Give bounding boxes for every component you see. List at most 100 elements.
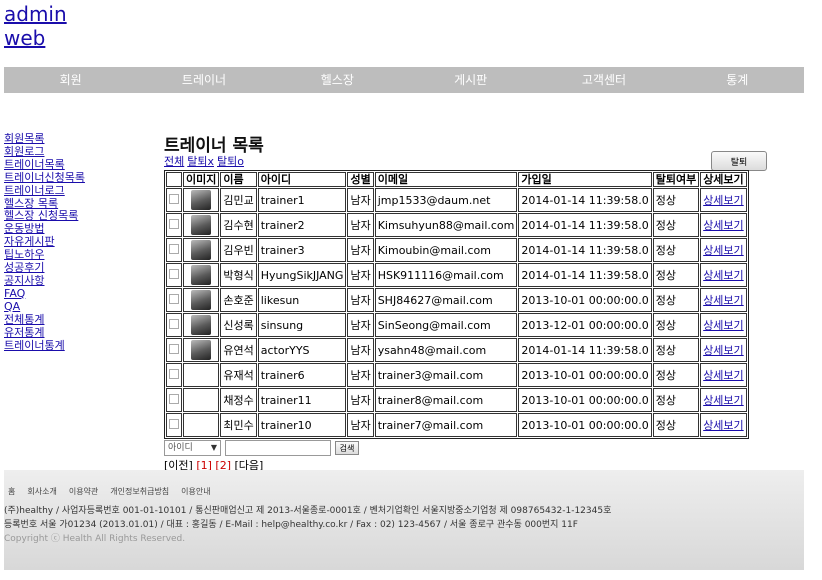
row-checkbox[interactable] [169, 218, 179, 229]
footer-link-guide[interactable]: 이용안내 [181, 486, 210, 497]
row-id-cell: HyungSikJJANG [257, 263, 347, 287]
search-input[interactable] [225, 440, 331, 456]
sidebar-item-qa[interactable]: QA [4, 300, 85, 314]
row-detail-cell: 상세보기 [700, 263, 747, 287]
row-checkbox[interactable] [169, 293, 179, 304]
top-nav: 회원 트레이너 헬스장 게시판 고객센터 통계 [4, 67, 804, 93]
logo-web-link[interactable]: web [4, 26, 67, 50]
row-joined-cell: 2014-01-14 11:39:58.0 [518, 188, 652, 212]
row-checkbox[interactable] [169, 418, 179, 429]
row-joined-cell: 2014-01-14 11:39:58.0 [518, 213, 652, 237]
row-detail-cell: 상세보기 [700, 338, 747, 362]
search-button[interactable]: 검색 [335, 441, 359, 455]
trainer-photo [191, 340, 212, 360]
row-status-cell: 정상 [652, 238, 700, 262]
row-email-cell: trainer7@mail.com [374, 413, 518, 437]
row-checkbox[interactable] [169, 393, 179, 404]
nav-board[interactable]: 게시판 [404, 67, 537, 93]
logo-admin-link[interactable]: admin [4, 2, 67, 26]
row-status-cell: 정상 [652, 188, 700, 212]
row-email-cell: ysahn48@mail.com [374, 338, 518, 362]
row-checkbox-cell [166, 338, 182, 362]
footer: 홈 회사소개 이용약관 개인정보취급방침 이용안내 (주)healthy / 사… [4, 470, 804, 570]
nav-gyms[interactable]: 헬스장 [271, 67, 404, 93]
detail-link[interactable]: 상세보기 [703, 369, 743, 382]
row-photo-cell [183, 338, 220, 362]
search-field-select[interactable]: 아이디 ▼ [164, 440, 221, 456]
row-checkbox-cell [166, 213, 182, 237]
filter-active[interactable]: 탈퇴x [187, 155, 214, 168]
table-row: 유연석 actorYYS 남자 ysahn48@mail.com 2014-01-14 … [166, 338, 747, 362]
row-detail-cell: 상세보기 [700, 388, 747, 412]
sidebar-item-notices[interactable]: 공지사항 [4, 274, 85, 288]
detail-link[interactable]: 상세보기 [703, 319, 743, 332]
footer-link-home[interactable]: 홈 [8, 486, 15, 497]
trainer-photo [191, 215, 212, 235]
sidebar-item-member-log[interactable]: 회원로그 [4, 145, 85, 159]
row-photo-cell [183, 188, 220, 212]
detail-link[interactable]: 상세보기 [703, 194, 743, 207]
row-checkbox-cell [166, 413, 182, 437]
row-checkbox[interactable] [169, 318, 179, 329]
row-status-cell: 정상 [652, 388, 700, 412]
row-name-cell: 손호준 [220, 288, 257, 312]
trainer-photo [191, 365, 211, 385]
row-checkbox[interactable] [169, 193, 179, 204]
sidebar-item-faq[interactable]: FAQ [4, 287, 85, 301]
header-detail: 상세보기 [700, 172, 747, 187]
row-checkbox-cell [166, 238, 182, 262]
footer-link-about[interactable]: 회사소개 [27, 486, 56, 497]
row-email-cell: jmp1533@daum.net [374, 188, 518, 212]
status-filters: 전체 탈퇴x 탈퇴o [164, 153, 247, 169]
detail-link[interactable]: 상세보기 [703, 219, 743, 232]
header-name: 이름 [220, 172, 257, 187]
nav-support[interactable]: 고객센터 [537, 67, 670, 93]
filter-all[interactable]: 전체 [164, 155, 184, 168]
row-checkbox[interactable] [169, 368, 179, 379]
row-joined-cell: 2014-01-14 11:39:58.0 [518, 238, 652, 262]
row-name-cell: 신성록 [220, 313, 257, 337]
detail-link[interactable]: 상세보기 [703, 344, 743, 357]
row-id-cell: trainer2 [257, 213, 347, 237]
row-name-cell: 김수현 [220, 213, 257, 237]
row-status-cell: 정상 [652, 213, 700, 237]
row-id-cell: trainer6 [257, 363, 347, 387]
footer-link-terms[interactable]: 이용약관 [69, 486, 98, 497]
trainer-photo [191, 190, 212, 210]
sidebar-item-trainer-stats[interactable]: 트레이너통계 [4, 339, 85, 353]
filter-withdrawn[interactable]: 탈퇴o [217, 155, 244, 168]
sidebar-item-member-list[interactable]: 회원목록 [4, 132, 85, 146]
row-detail-cell: 상세보기 [700, 238, 747, 262]
row-photo-cell [183, 388, 220, 412]
trainer-photo [191, 315, 212, 335]
sidebar-item-trainer-list[interactable]: 트레이너목록 [4, 158, 85, 172]
detail-link[interactable]: 상세보기 [703, 294, 743, 307]
trainer-photo [191, 390, 211, 410]
detail-link[interactable]: 상세보기 [703, 394, 743, 407]
row-joined-cell: 2013-12-01 00:00:00.0 [518, 313, 652, 337]
nav-members[interactable]: 회원 [4, 67, 137, 93]
row-detail-cell: 상세보기 [700, 413, 747, 437]
row-checkbox[interactable] [169, 343, 179, 354]
nav-stats[interactable]: 통계 [671, 67, 804, 93]
nav-trainers[interactable]: 트레이너 [137, 67, 270, 93]
row-id-cell: actorYYS [257, 338, 347, 362]
row-checkbox[interactable] [169, 268, 179, 279]
row-status-cell: 정상 [652, 288, 700, 312]
row-checkbox-cell [166, 288, 182, 312]
footer-contact-info: 등록번호 서울 가01234 (2013.01.01) / 대표 : 홍길동 /… [4, 520, 578, 530]
detail-link[interactable]: 상세보기 [703, 244, 743, 257]
footer-link-privacy[interactable]: 개인정보취급방침 [110, 486, 169, 497]
sidebar-item-trainer-log[interactable]: 트레이너로그 [4, 184, 85, 198]
table-row: 박형식 HyungSikJJANG 남자 HSK911116@mail.com 2014… [166, 263, 747, 287]
row-joined-cell: 2013-10-01 00:00:00.0 [518, 288, 652, 312]
sidebar-item-trainer-applications[interactable]: 트레이너신청목록 [4, 171, 85, 185]
sidebar-item-total-stats[interactable]: 전체통계 [4, 313, 85, 327]
withdraw-button[interactable]: 탈퇴 [711, 151, 767, 171]
table-row: 김우빈 trainer3 남자 Kimoubin@mail.com 2014-01-14… [166, 238, 747, 262]
detail-link[interactable]: 상세보기 [703, 269, 743, 282]
row-checkbox[interactable] [169, 243, 179, 254]
detail-link[interactable]: 상세보기 [703, 419, 743, 432]
row-id-cell: likesun [257, 288, 347, 312]
sidebar-item-user-stats[interactable]: 유저통계 [4, 326, 85, 340]
